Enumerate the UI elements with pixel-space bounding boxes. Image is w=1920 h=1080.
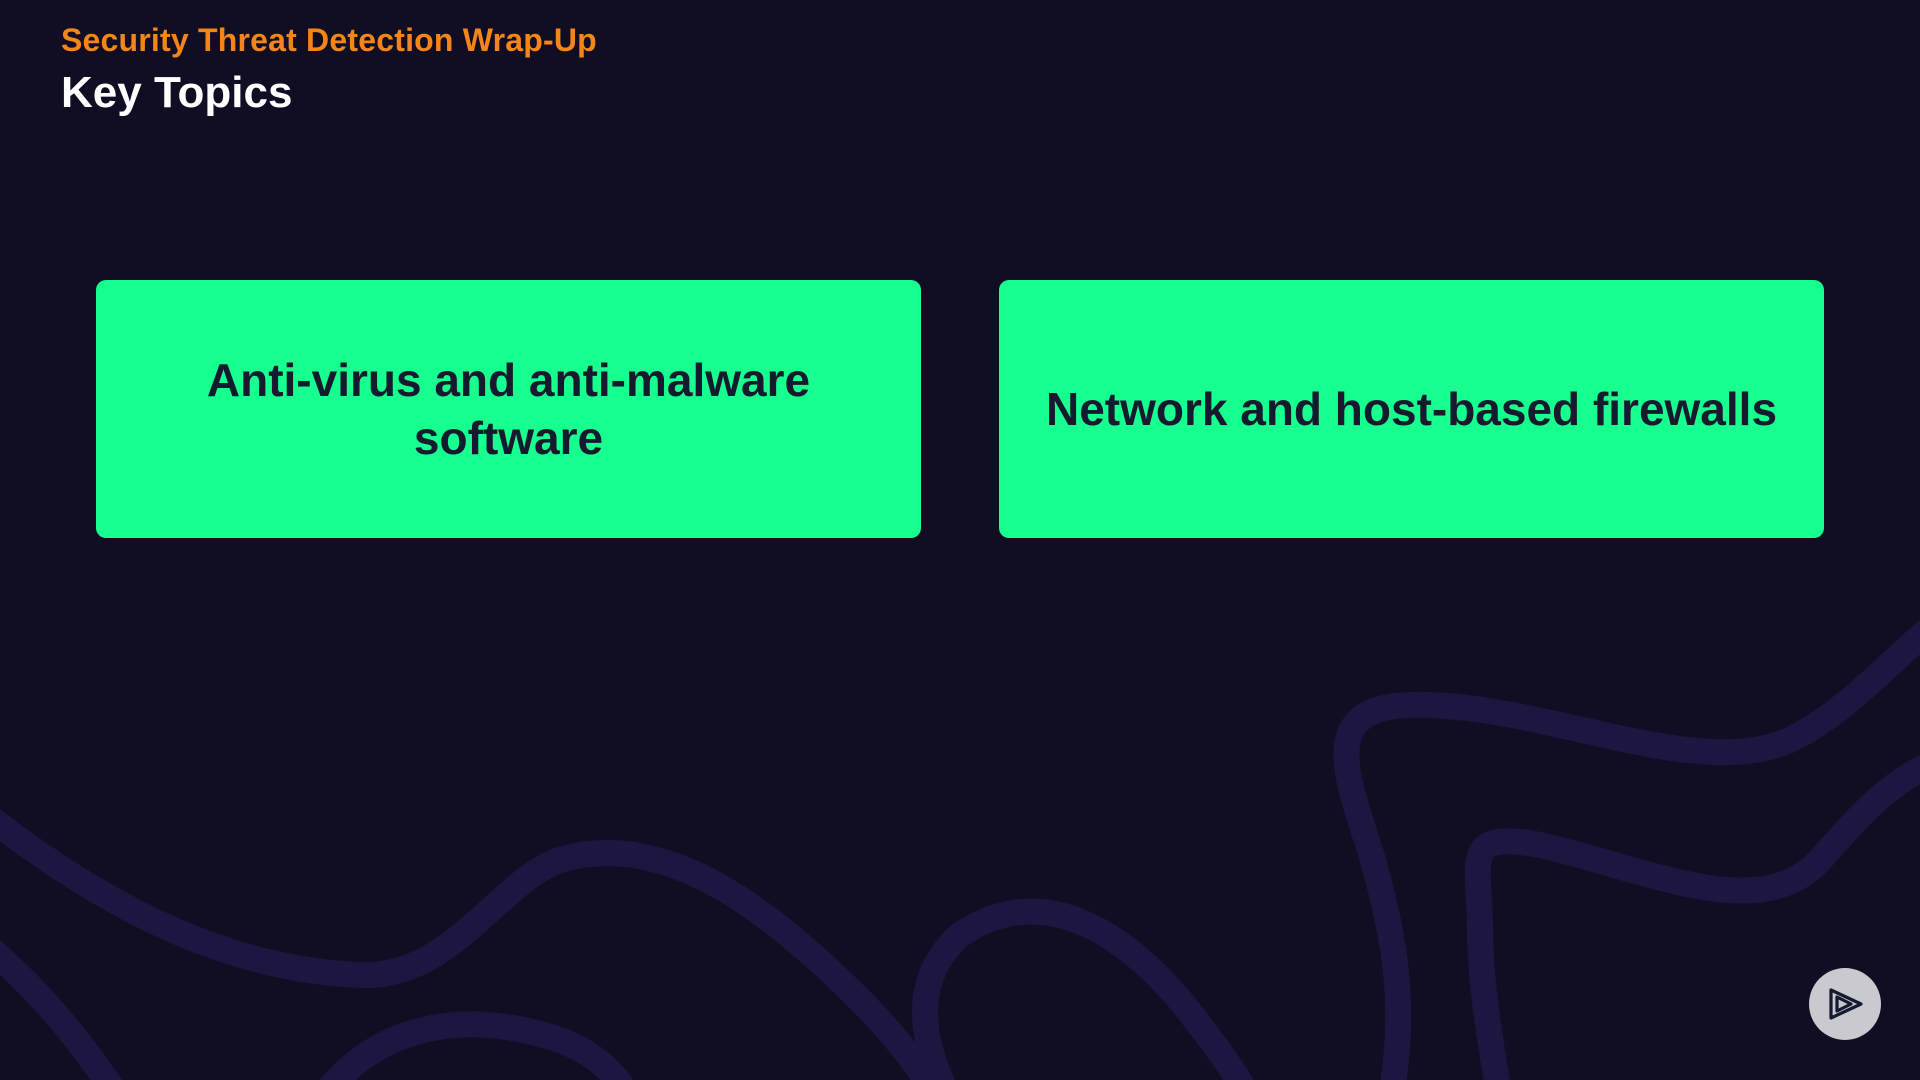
topic-card-firewalls: Network and host-based firewalls: [999, 280, 1824, 538]
slide-header: Security Threat Detection Wrap-Up Key To…: [61, 20, 597, 120]
topic-card-label: Network and host-based firewalls: [1045, 383, 1778, 435]
play-icon: [1829, 988, 1863, 1020]
topic-cards: Anti-virus and anti-malware software Net…: [96, 280, 1824, 538]
topic-card-label: Anti-virus and anti-malware software: [206, 354, 811, 464]
topic-card-antivirus: Anti-virus and anti-malware software: [96, 280, 921, 538]
play-button[interactable]: [1809, 968, 1881, 1040]
background-wave-lines: [0, 619, 1920, 1080]
module-subtitle: Security Threat Detection Wrap-Up: [61, 22, 597, 58]
slide-title: Key Topics: [61, 68, 293, 117]
